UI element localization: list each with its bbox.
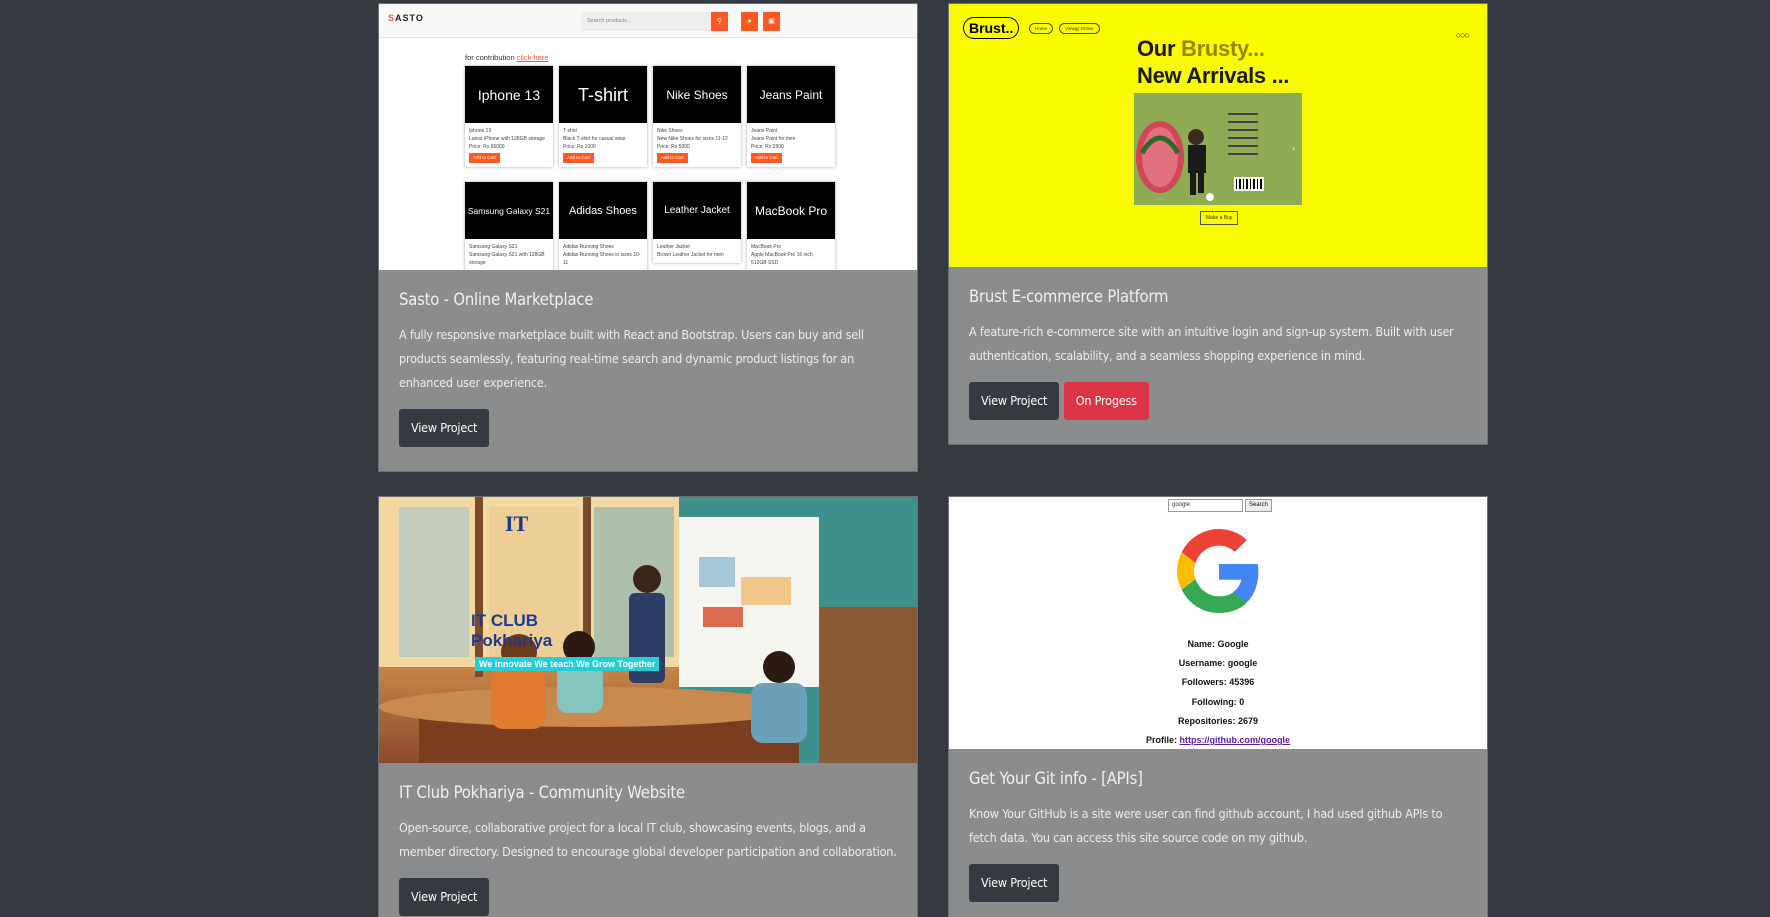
git-search-input: google: [1168, 499, 1243, 512]
brust-nav-item: Viewgy Online: [1059, 23, 1100, 34]
project-screenshot-itclub: IT IT CLUB Pokhariya We innovate We teac…: [379, 497, 917, 763]
sasto-product-card: Adidas Shoes Adidas Running Shoes Adidas …: [559, 182, 647, 270]
brust-hero-image: ›: [1134, 93, 1302, 205]
card-body: Sasto - Online Marketplace A fully respo…: [379, 270, 917, 467]
sasto-product-card: Samsung Galaxy S21 Samsung Galaxy S21 Sam…: [465, 182, 553, 270]
git-following: Following: 0: [1191, 696, 1245, 707]
itclub-title: IT CLUB Pokhariya: [471, 611, 553, 650]
user-icon: ●: [741, 12, 758, 31]
itclub-tagline: We innovate We teach We Grow Together: [475, 657, 660, 671]
more-icon: ○○○: [1455, 30, 1470, 40]
itclub-logo: IT: [505, 511, 529, 536]
view-project-button[interactable]: View Project: [399, 409, 490, 447]
project-screenshot-gitinfo: google Search Name: Google Username: goo…: [949, 497, 1487, 749]
project-card-itclub: IT IT CLUB Pokhariya We innovate We teac…: [378, 496, 918, 917]
card-title: Sasto - Online Marketplace: [399, 290, 594, 309]
sasto-product-card: MacBook Pro MacBook Pro Apple MacBook Pro…: [747, 182, 835, 270]
card-title: IT Club Pokhariya - Community Website: [399, 783, 685, 802]
sasto-product-card: Jeans Paint Jeans Paint Jeans Paint for m…: [747, 66, 835, 167]
card-description: Know Your GitHub is a site were user can…: [969, 806, 1443, 845]
project-card-gitinfo: google Search Name: Google Username: goo…: [948, 496, 1488, 917]
git-search-button: Search: [1245, 499, 1273, 512]
git-followers: Followers: 45396: [1181, 677, 1255, 688]
project-card-sasto: SASTO Search products... ⚲ ● ▣ for contr…: [378, 3, 918, 472]
view-project-button[interactable]: View Project: [399, 878, 490, 916]
card-body: IT Club Pokhariya - Community Website Op…: [379, 763, 917, 917]
git-username: Username: google: [1178, 658, 1258, 669]
cart-icon: ▣: [763, 12, 780, 31]
brust-shop-button: Make a Buy: [1200, 211, 1239, 225]
sasto-product-card: T-shirt T-shirt Black T-shirt for casual …: [559, 66, 647, 167]
card-description: A fully responsive marketplace built wit…: [399, 327, 864, 390]
git-profile-link: https://github.com/google: [1179, 735, 1290, 746]
card-description: A feature-rich e-commerce site with an i…: [969, 324, 1454, 363]
card-description: Open-source, collaborative project for a…: [399, 820, 897, 859]
google-logo-icon: [1177, 529, 1259, 613]
sasto-product-card: Leather Jacket Leather Jacket Brown Leath…: [653, 182, 741, 263]
brust-logo: Brust..: [963, 17, 1020, 39]
svg-text:›: ›: [1292, 144, 1295, 153]
on-progress-button[interactable]: On Progess: [1063, 382, 1149, 420]
project-screenshot-sasto: SASTO Search products... ⚲ ● ▣ for contr…: [379, 4, 917, 270]
sasto-search-input: Search products...: [581, 12, 711, 31]
search-icon: ⚲: [711, 12, 728, 31]
project-screenshot-brust: Brust.. Home Viewgy Online ○○○ Our Brust…: [949, 4, 1487, 267]
brust-nav-home: Home: [1029, 23, 1054, 34]
sasto-navbar: SASTO Search products... ⚲ ● ▣: [379, 4, 917, 38]
project-card-brust: Brust.. Home Viewgy Online ○○○ Our Brust…: [948, 3, 1488, 445]
view-project-button[interactable]: View Project: [969, 864, 1060, 902]
card-body: Get Your Git info - [APIs] Know Your Git…: [949, 749, 1487, 917]
sasto-contribution-text: for contribution click here: [465, 53, 549, 62]
card-title: Brust E-commerce Platform: [969, 287, 1169, 306]
sasto-product-card: Iphone 13 Iphone 13 Latest iPhone with 12…: [465, 66, 553, 167]
view-project-button[interactable]: View Project: [969, 382, 1060, 420]
git-profile: Profile: https://github.com/google: [1146, 735, 1290, 746]
git-repositories: Repositories: 2679: [1177, 715, 1259, 726]
sasto-product-card: Nike Shoes Nike Shoes New Nike Shoes for …: [653, 66, 741, 167]
git-name: Name: Google: [1187, 639, 1249, 649]
brust-headline: Our Brusty... New Arrivals ...: [1137, 36, 1290, 88]
sasto-logo: SASTO: [388, 13, 424, 23]
card-title: Get Your Git info - [APIs]: [969, 769, 1143, 788]
git-profile-info: Name: Google Username: google Followers:…: [949, 635, 1487, 749]
card-body: Brust E-commerce Platform A feature-rich…: [949, 267, 1487, 440]
